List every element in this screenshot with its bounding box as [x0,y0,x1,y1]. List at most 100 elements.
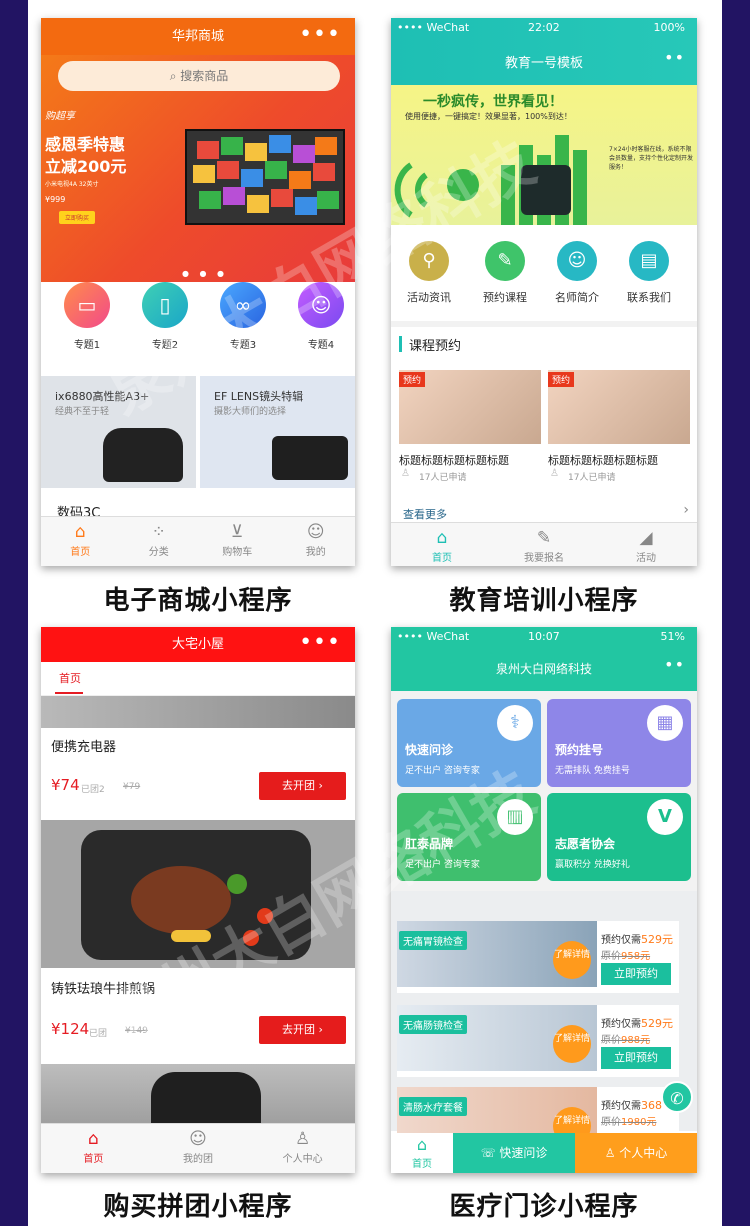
promo-price: 预约仅需368 [601,1099,662,1112]
tab-home[interactable]: ⌂ 首页 [391,523,493,566]
course-card[interactable]: 预约 标题标题标题标题标题 17人已申请 ♙ [548,370,690,490]
category-label: 专题4 [307,340,335,351]
promo-price: 预约仅需529元 [601,933,673,946]
tab-activity[interactable]: ◢ 活动 [595,523,697,566]
tab-label: 活动 [636,553,656,564]
promo-sub: 摄影大师们的选择 [214,407,287,417]
tab-quick-consult[interactable]: ☏ 快速问诊 [453,1133,575,1173]
tab-home[interactable]: ⌂ 首页 [41,517,120,566]
chevron-right-icon[interactable]: › [683,502,689,518]
tab-home[interactable]: ⌂ 首页 [391,1133,453,1173]
book-now-button[interactable]: 立即预约 [601,963,671,985]
category-label: 专题2 [151,340,179,351]
tab-cart[interactable]: ⊻ 购物车 [198,517,277,566]
tab-signup[interactable]: ✎ 我要报名 [493,523,595,566]
card-quick-consult[interactable]: ⚕ 快速问诊 足不出户 咨询专家 [397,699,541,787]
promo-sub: 经典不至于轻 [55,407,110,417]
camera-lens-image [103,428,183,482]
tab-label: 我的 [305,547,326,558]
promo-item[interactable]: 无痛肠镜检查 了解详情 预约仅需529元 原价988元 立即预约 [397,1005,679,1077]
course-title: 标题标题标题标题标题 [548,454,658,467]
search-placeholder: 搜索商品 [180,69,229,83]
promo-original-price: 原价1980元 [601,1117,657,1128]
home-icon: ⌂ [416,1135,428,1154]
more-menu-icon[interactable]: •• [664,48,685,67]
phone-call-icon[interactable]: ✆ [661,1081,693,1113]
product-price: ¥124 [51,1020,90,1038]
stethoscope-icon: ⚕ [497,705,533,741]
link-icon: ∞ [220,282,266,328]
tab-mine[interactable]: ☺ 我的 [277,517,356,566]
category-item[interactable]: ▯ 专题2 [135,282,195,351]
buy-now-button[interactable]: 立即购买 [59,211,96,224]
category-item[interactable]: ▭ 专题1 [57,282,117,351]
location-icon: ⚲ [409,241,449,281]
more-menu-icon[interactable]: ••• [299,22,341,47]
grouped-count: 已团2 [81,785,105,795]
card-appointment[interactable]: ▦ 预约挂号 无需排队 免费挂号 [547,699,691,787]
icon-course[interactable]: ✎ 预约课程 [477,241,533,305]
category-item[interactable]: ∞ 专题3 [213,282,273,351]
promo-camera[interactable]: EF LENS镜头特辑 摄影大师们的选择 [200,376,355,488]
icon-teachers[interactable]: ☺ 名师简介 [549,241,605,305]
promo-item[interactable]: 清肠水疗套餐 了解详情 预约仅需368 原价1980元 [397,1087,679,1133]
tab-category[interactable]: ⁘ 分类 [120,517,199,566]
course-card[interactable]: 预约 标题标题标题标题标题 17人已申请 ♙ [399,370,541,490]
tab-bar: ⌂ 首页 ✎ 我要报名 ◢ 活动 [391,522,697,566]
course-badge: 预约 [399,372,426,387]
promo-title: ix6880高性能A3+ [55,390,150,403]
status-battery: 51% [660,630,685,643]
status-carrier: •••• WeChat [397,630,470,643]
tablet-icon: ▯ [142,282,188,328]
book-now-button[interactable]: 立即预约 [601,1047,671,1069]
icon-contact[interactable]: ▤ 联系我们 [621,241,677,305]
promo-printer[interactable]: ix6880高性能A3+ 经典不至于轻 [41,376,196,488]
card-title: 预约挂号 [555,743,604,757]
promo-label: 无痛肠镜检查 [399,1015,467,1034]
icon-row: ⚲ 活动资讯 ✎ 预约课程 ☺ 名师简介 ▤ 联系我们 [391,225,697,321]
banner-side: 7×24小时客服在线，系统不限会员数量，支持个性化定制开发服务！ [609,146,694,171]
tv-screen [187,131,343,223]
start-group-button[interactable]: 去开团 › [259,772,346,800]
carousel-dots[interactable]: ● ● ● [182,269,228,278]
tab-profile[interactable]: ♙ 个人中心 [575,1133,697,1173]
icon-label: 联系我们 [627,291,671,304]
button-label: 去开团 [282,1023,316,1036]
banner-price: ¥999 [45,195,66,204]
user-icon: ☺ [298,282,344,328]
product-card[interactable]: 便携充电器 ¥74 已团2 ¥79 去开团 › [41,728,355,810]
person-icon: ♙ [604,1146,616,1160]
tab-label: 购物车 [222,547,253,558]
tab-profile[interactable]: ♙ 个人中心 [250,1124,355,1173]
more-menu-icon[interactable]: •• [664,655,685,674]
icon-news[interactable]: ⚲ 活动资讯 [407,241,451,305]
details-bubble[interactable]: 了解详情 [553,941,591,979]
product-card[interactable]: 铸铁珐琅牛排煎锅 ¥124 已团 ¥149 去开团 › [41,968,355,1064]
search-input[interactable]: ⌕ 搜索商品 [58,61,340,91]
card-brand[interactable]: ▥ 肛泰品牌 足不出户 咨询专家 [397,793,541,881]
card-sub: 赢取积分 兑换好礼 [555,860,630,870]
promo-label: 无痛胃镜检查 [399,931,467,950]
tab-label: 分类 [148,547,169,558]
more-menu-icon[interactable]: ••• [299,630,341,655]
card-volunteer[interactable]: V 志愿者协会 赢取积分 兑换好礼 [547,793,691,881]
tab-home[interactable]: ⌂ 首页 [41,1124,146,1173]
product-price: ¥74 [51,776,80,794]
tab-my-group[interactable]: ☺ 我的团 [146,1124,251,1173]
details-bubble[interactable]: 了解详情 [553,1025,591,1063]
banner[interactable]: 一秒疯传，世界看见！ 使用便捷，一键搞定！效果显著，100%到达！ 7×24小时… [391,85,697,225]
status-battery: 100% [653,21,685,34]
camera-image [272,436,348,480]
promo-price: 预约仅需529元 [601,1017,673,1030]
collage-canvas: 华邦商城 ••• ⌕ 搜索商品 购超享 感恩季特惠 立减200元 小米电视4A … [28,0,722,1226]
view-more-link[interactable]: 查看更多 [403,506,447,522]
header: •••• WeChat 10:07 51% 泉州大白网络科技 •• [391,627,697,691]
status-time: 10:07 [528,630,560,643]
category-item[interactable]: ☺ 专题4 [291,282,351,351]
banner[interactable]: ⌕ 搜索商品 购超享 感恩季特惠 立减200元 小米电视4A 32英寸 ¥999… [41,55,355,282]
start-group-button[interactable]: 去开团 › [259,1016,346,1044]
course-count: 17人已申请 [419,473,467,483]
megaphone-illustration [394,135,587,225]
promo-item[interactable]: 无痛胃镜检查 了解详情 预约仅需529元 原价958元 立即预约 [397,921,679,993]
tab-home[interactable]: 首页 [59,670,81,686]
